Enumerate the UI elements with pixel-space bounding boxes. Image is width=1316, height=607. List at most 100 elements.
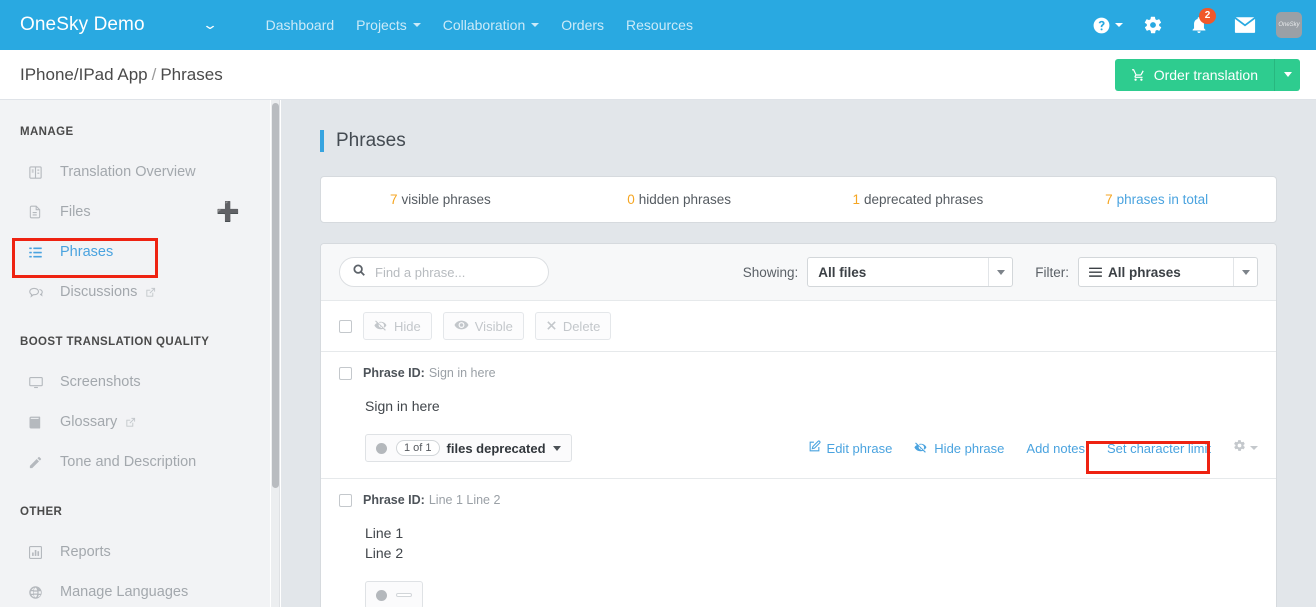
status-dot-icon (376, 589, 387, 601)
monitor-icon (28, 375, 50, 390)
filter-toolbar: Showing: All files Filter: (321, 244, 1276, 300)
breadcrumb-bar: IPhone/IPad App / Phrases Order translatio… (0, 50, 1316, 100)
sidebar-item-label: Reports (60, 544, 111, 560)
notifications-badge: 2 (1199, 8, 1216, 24)
cart-icon (1131, 68, 1146, 82)
sidebar-item-screenshots[interactable]: Screenshots (0, 362, 270, 402)
sidebar-group-title-other: OTHER (20, 506, 63, 518)
phrase-footer: 1 of 1 files deprecated Edit phrase Hide… (365, 434, 1258, 462)
delete-button-label: Delete (562, 318, 601, 334)
sidebar-item-label: Files (60, 204, 91, 220)
sidebar-scrollbar[interactable] (271, 100, 280, 607)
external-link-icon (125, 417, 136, 428)
add-file-icon[interactable]: ➕ (216, 203, 240, 222)
stat-label[interactable]: phrases in total (1117, 192, 1209, 207)
chevron-down-icon (1283, 72, 1292, 77)
hide-button[interactable]: Hide (363, 312, 432, 340)
pencil-icon (28, 455, 50, 470)
hide-phrase-action[interactable]: Hide phrase (914, 441, 1004, 456)
set-character-limit-action[interactable]: Set character limit (1107, 441, 1211, 456)
chevron-down-icon (988, 258, 1012, 286)
filter-select[interactable]: All phrases (1078, 257, 1258, 287)
stat-deprecated-phrases: 1 deprecated phrases (799, 192, 1038, 207)
phrase-text-line: Line 1 (365, 525, 404, 541)
order-translation-button[interactable]: Order translation (1114, 58, 1274, 91)
stat-label: hidden phrases (638, 192, 732, 207)
question-circle-icon (1093, 17, 1109, 33)
nav-item-label: Resources (626, 17, 693, 33)
sidebar-item-glossary[interactable]: Glossary (0, 402, 270, 442)
files-deprecated-dropdown[interactable] (365, 581, 423, 607)
files-deprecated-dropdown[interactable]: 1 of 1 files deprecated (365, 434, 572, 462)
sidebar-scrollbar-thumb[interactable] (272, 103, 279, 488)
chevron-down-icon (552, 445, 561, 451)
nav-item-dashboard[interactable]: Dashboard (255, 17, 346, 33)
notifications-button[interactable]: 2 (1176, 0, 1222, 50)
phrase-checkbox[interactable] (339, 366, 352, 380)
select-all-checkbox[interactable] (339, 319, 352, 333)
help-button[interactable] (1084, 0, 1130, 50)
phrase-id-line: Phrase ID: Line 1 Line 2 (339, 493, 1258, 507)
sidebar-item-reports[interactable]: Reports (0, 532, 270, 572)
phrase-checkbox[interactable] (339, 493, 352, 507)
nav-item-resources[interactable]: Resources (615, 17, 704, 33)
visible-button[interactable]: Visible (442, 312, 524, 340)
phrase-row: Phrase ID: Line 1 Line 2 Line 1 Line 2 (321, 478, 1276, 607)
phrase-row: Phrase ID: Sign in here Sign in here 1 o… (321, 351, 1276, 478)
breadcrumb-project[interactable]: IPhone/IPad App (20, 65, 148, 84)
showing-label: Showing: (742, 264, 799, 280)
filter-controls: Showing: All files Filter: All phrases (743, 257, 1258, 287)
stat-label: visible phrases (401, 192, 491, 207)
stat-phrases-in-total[interactable]: 7 phrases in total (1037, 192, 1276, 207)
showing-value: All files (818, 264, 867, 280)
phrase-settings-dropdown[interactable] (1233, 439, 1258, 457)
messages-button[interactable] (1222, 0, 1268, 50)
x-icon (546, 319, 563, 334)
list-icon (28, 245, 50, 260)
search-box[interactable] (339, 257, 549, 287)
phrase-text: Sign in here (365, 398, 440, 414)
search-icon (352, 263, 366, 282)
add-notes-action[interactable]: Add notes (1026, 441, 1085, 456)
brand-chevron-down-icon[interactable]: ⌄ (196, 17, 223, 33)
top-navigation-bar: OneSky Demo ⌄ Dashboard Projects Collabo… (0, 0, 1316, 50)
sidebar-item-label: Glossary (60, 414, 118, 430)
phrase-text: Line 1 Line 2 (365, 523, 1258, 563)
deprecated-count: 1 of 1 (396, 440, 440, 456)
stat-label: deprecated phrases (863, 192, 984, 207)
settings-button[interactable] (1130, 0, 1176, 50)
nav-item-label: Projects (356, 17, 407, 33)
sidebar-item-label: Screenshots (60, 374, 141, 390)
sidebar-item-phrases[interactable]: Phrases (0, 232, 270, 272)
sidebar-item-discussions[interactable]: Discussions (0, 272, 270, 312)
sidebar-item-label: Discussions (60, 284, 138, 300)
phrase-footer (365, 581, 1258, 607)
stat-value: 1 (852, 192, 860, 207)
hide-button-label: Hide (394, 318, 421, 334)
sidebar: MANAGE Translation Overview Files ➕ Phra… (0, 100, 270, 607)
phrase-id-value: Line 1 Line 2 (428, 493, 501, 507)
sidebar-item-translation-overview[interactable]: Translation Overview (0, 152, 270, 192)
sidebar-item-manage-languages[interactable]: Manage Languages (0, 572, 270, 607)
filter-label: Filter: (1035, 264, 1069, 280)
hamburger-icon (1089, 267, 1102, 278)
nav-item-orders[interactable]: Orders (550, 17, 615, 33)
delete-button[interactable]: Delete (534, 312, 612, 340)
showing-select[interactable]: All files (807, 257, 1014, 287)
nav-item-projects[interactable]: Projects (345, 17, 432, 33)
breadcrumb-separator: / (151, 64, 157, 84)
edit-phrase-action[interactable]: Edit phrase (808, 440, 892, 456)
eye-slash-icon (914, 441, 934, 456)
user-avatar[interactable]: OneSky (1276, 12, 1302, 38)
chat-icon (28, 285, 50, 300)
search-input[interactable] (375, 264, 536, 280)
phrase-id-label: Phrase ID: (363, 493, 425, 507)
nav-item-collaboration[interactable]: Collaboration (432, 17, 551, 33)
sidebar-group-title-boost: BOOST TRANSLATION QUALITY (20, 336, 210, 348)
phrase-id-line: Phrase ID: Sign in here (339, 366, 1258, 380)
sidebar-item-tone-and-description[interactable]: Tone and Description (0, 442, 270, 482)
file-icon (28, 204, 50, 220)
order-translation-dropdown-button[interactable] (1274, 58, 1300, 91)
eye-slash-icon (374, 319, 394, 334)
sidebar-item-files[interactable]: Files ➕ (0, 192, 270, 232)
